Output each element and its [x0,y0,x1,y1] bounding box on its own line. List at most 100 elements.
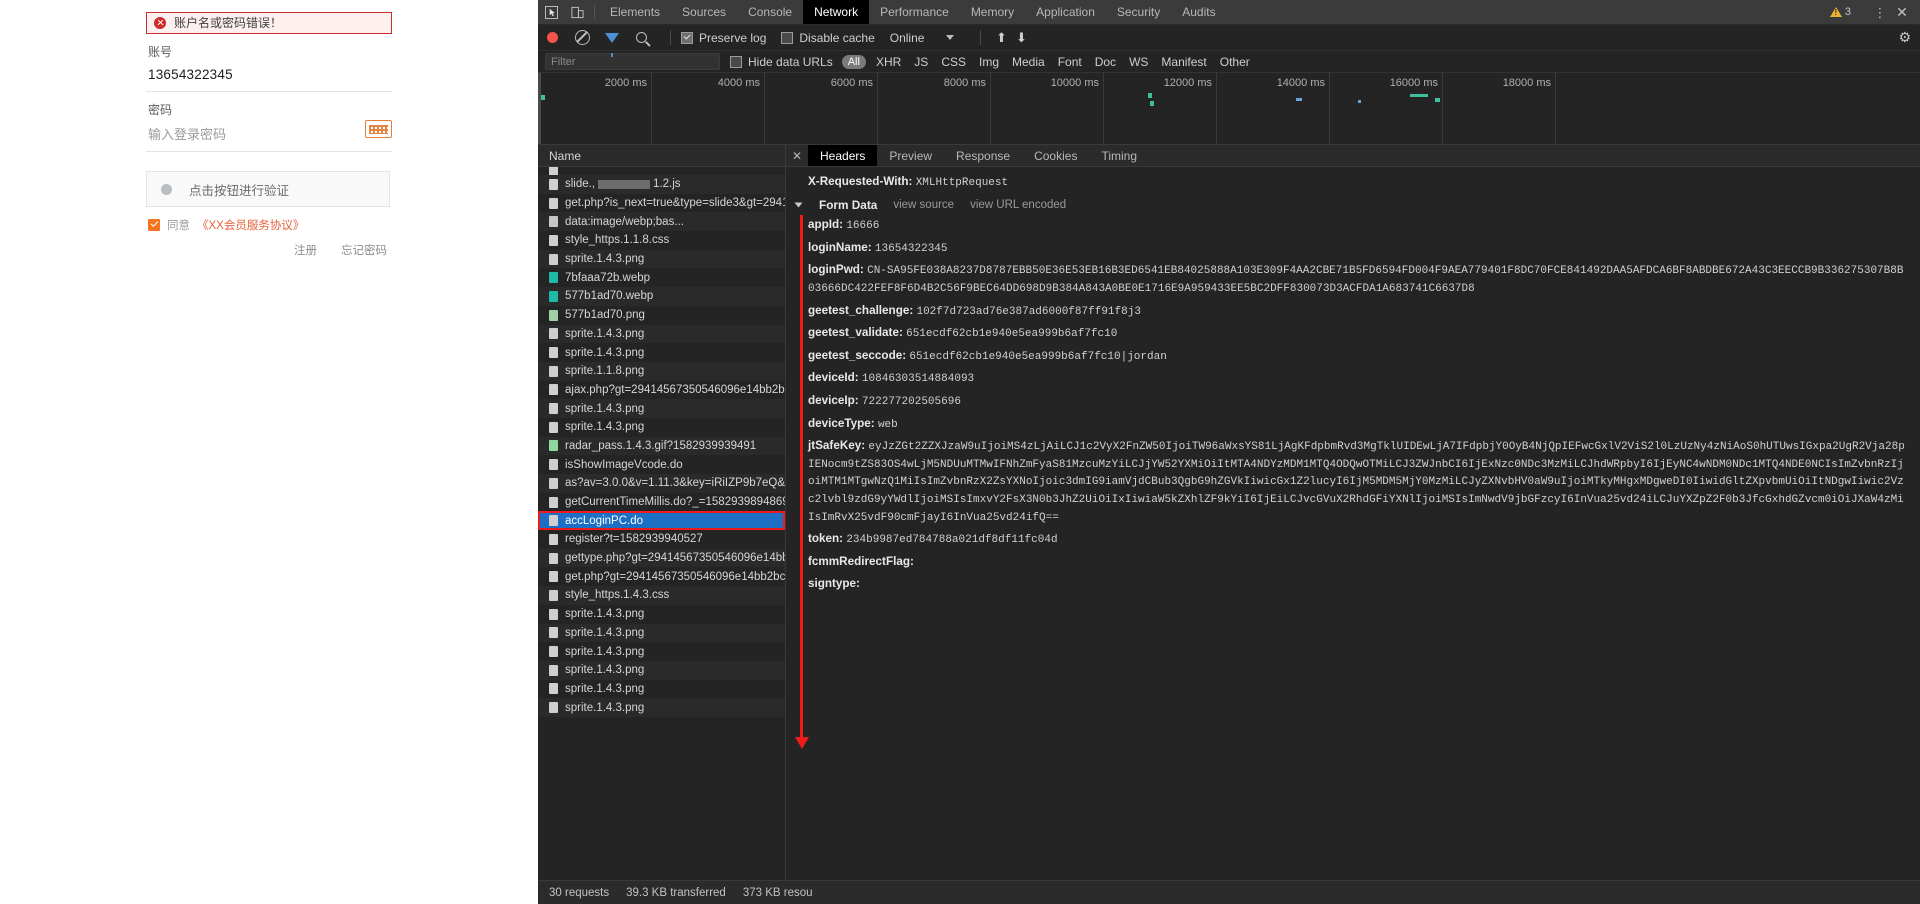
hide-data-urls-checkbox[interactable] [730,55,742,68]
view-source-link[interactable]: view source [893,199,954,211]
register-link[interactable]: 注册 [294,242,317,258]
list-item-accloginpc[interactable]: accLoginPC.do [538,511,785,531]
filter-type-img[interactable]: Img [979,55,999,69]
preserve-log-checkbox[interactable] [681,31,693,44]
list-item[interactable]: sprite.1.4.3.png [538,324,785,344]
view-url-encoded-link[interactable]: view URL encoded [970,199,1066,211]
keyboard-icon[interactable] [365,120,392,138]
request-name: 577b1ad70.png [565,309,645,322]
inspect-element-icon[interactable] [538,0,564,24]
tab-application[interactable]: Application [1025,0,1106,24]
tab-audits[interactable]: Audits [1171,0,1226,24]
filter-type-ws[interactable]: WS [1129,55,1148,69]
form-field-jtsafekey: jtSafeKey: eyJzZGt2ZZXJzaW9uIjoiMS4zLjAi… [786,436,1920,529]
detail-tab-preview[interactable]: Preview [877,145,944,166]
list-item[interactable]: sprite.1.4.3.png [538,660,785,680]
forgot-password-link[interactable]: 忘记密码 [341,242,387,258]
list-item[interactable]: sprite.1.4.3.png [538,680,785,699]
list-item[interactable]: slide., 1.2.js [538,175,785,194]
list-item[interactable]: 577b1ad70.png [538,306,785,325]
filter-type-js[interactable]: JS [914,55,928,69]
list-item[interactable]: sprite.1.4.3.png [538,249,785,269]
throttle-select-value[interactable]: Online [890,31,925,45]
captcha-verify-button[interactable]: 点击按钮进行验证 [146,171,390,207]
filter-type-manifest[interactable]: Manifest [1161,55,1206,69]
list-item[interactable]: data:image/webp;bas... [538,212,785,232]
list-item[interactable]: sprite.1.4.3.png [538,343,785,362]
tab-security[interactable]: Security [1106,0,1171,24]
search-icon[interactable] [636,32,647,43]
list-item[interactable]: as?av=3.0.0&v=1.11.3&key=iRiIZP9b7eQ&ref… [538,474,785,493]
list-item[interactable]: get.php?is_next=true&type=slide3&gt=2941… [538,194,785,213]
list-item[interactable]: ajax.php?gt=29414567350546096e14bb2bc63 [538,381,785,400]
network-overview-timeline[interactable]: 2000 ms 4000 ms 6000 ms 8000 ms 10000 ms… [538,73,1920,145]
list-item[interactable]: style_https.1.4.3.css [538,586,785,605]
list-item[interactable]: get.php?gt=29414567350546096e14bb2bc63.. [538,567,785,586]
tab-sources[interactable]: Sources [671,0,737,24]
list-item[interactable]: sprite.1.4.3.png [538,642,785,661]
tab-memory[interactable]: Memory [960,0,1025,24]
request-list[interactable]: slide., 1.2.js get.php?is_next=true&type=… [538,167,785,880]
list-item[interactable]: register?t=1582939940527 [538,530,785,549]
list-item[interactable]: sprite.1.4.3.png [538,623,785,643]
detail-tab-cookies[interactable]: Cookies [1022,145,1089,166]
chevron-down-icon[interactable] [946,35,955,40]
list-item[interactable]: style_https.1.1.8.css [538,231,785,250]
detail-tab-headers[interactable]: Headers [808,145,878,166]
list-item[interactable] [538,167,785,175]
doc-file-icon [549,515,558,527]
list-item[interactable]: sprite.1.4.3.png [538,418,785,437]
agreement-row[interactable]: 同意 《XX会员服务协议》 [146,217,392,233]
export-har-icon[interactable]: ⬇ [1011,30,1031,46]
list-item[interactable]: sprite.1.1.8.png [538,361,785,381]
filter-type-doc[interactable]: Doc [1095,55,1116,69]
close-devtools-icon[interactable]: ✕ [1891,4,1913,21]
record-icon[interactable] [547,32,558,43]
headers-detail-body[interactable]: X-Requested-With: XMLHttpRequest Form Da… [786,167,1920,880]
list-item[interactable]: sprite.1.4.3.png [538,698,785,717]
filter-input[interactable]: Filter [545,53,720,70]
disable-cache-checkbox[interactable] [781,31,794,44]
filter-type-xhr[interactable]: XHR [876,55,901,69]
import-har-icon[interactable]: ⬆ [991,30,1011,46]
list-item[interactable]: sprite.1.4.3.png [538,399,785,418]
gear-icon[interactable]: ⚙ [1898,29,1911,46]
field-value: 10846303514884093 [861,373,975,386]
filter-type-other[interactable]: Other [1220,55,1250,69]
chevron-down-icon[interactable] [794,202,803,208]
list-item[interactable]: 7bfaaa72b.webp [538,268,785,287]
tab-performance[interactable]: Performance [869,0,960,24]
filter-type-css[interactable]: CSS [941,55,966,69]
tab-elements[interactable]: Elements [599,0,671,24]
clear-icon[interactable] [575,30,590,45]
toggle-device-toolbar-icon[interactable] [564,0,590,24]
tab-network[interactable]: Network [803,0,870,24]
filter-funnel-icon[interactable] [605,32,619,57]
warning-badge[interactable]: 3 [1823,6,1858,18]
filter-type-media[interactable]: Media [1012,55,1045,69]
more-options-icon[interactable]: ⋮ [1871,6,1889,19]
preserve-log-option[interactable]: Preserve log [681,31,766,45]
password-field-row[interactable]: 输入登录密码 [146,120,392,152]
filter-type-font[interactable]: Font [1058,55,1082,69]
detail-tab-timing[interactable]: Timing [1089,145,1149,166]
form-data-section-header[interactable]: Form Data view source view URL encoded [786,194,1920,215]
close-detail-icon[interactable]: ✕ [786,145,808,166]
tab-console[interactable]: Console [737,0,803,24]
account-input-value[interactable]: 13654322345 [148,67,233,82]
disable-cache-option[interactable]: Disable cache [781,31,875,45]
list-item[interactable]: radar_pass.1.4.3.gif?1582939939491 [538,436,785,456]
password-input-placeholder[interactable]: 输入登录密码 [148,127,226,142]
detail-tab-response[interactable]: Response [944,145,1022,166]
filter-type-all[interactable]: All [841,54,866,69]
request-list-header[interactable]: Name [538,145,785,167]
list-item[interactable]: isShowImageVcode.do [538,455,785,474]
list-item[interactable]: gettype.php?gt=29414567350546096e14bb2.. [538,548,785,568]
agreement-checkbox[interactable] [148,219,160,231]
account-field-row[interactable]: 13654322345 [146,66,392,92]
agreement-link[interactable]: 《XX会员服务协议》 [197,217,304,233]
list-item[interactable]: getCurrentTimeMillis.do?_=1582939894869 [538,493,785,512]
list-item[interactable]: sprite.1.4.3.png [538,605,785,624]
hide-data-urls-option[interactable]: Hide data URLs [730,55,833,69]
list-item[interactable]: 577b1ad70.webp [538,287,785,306]
